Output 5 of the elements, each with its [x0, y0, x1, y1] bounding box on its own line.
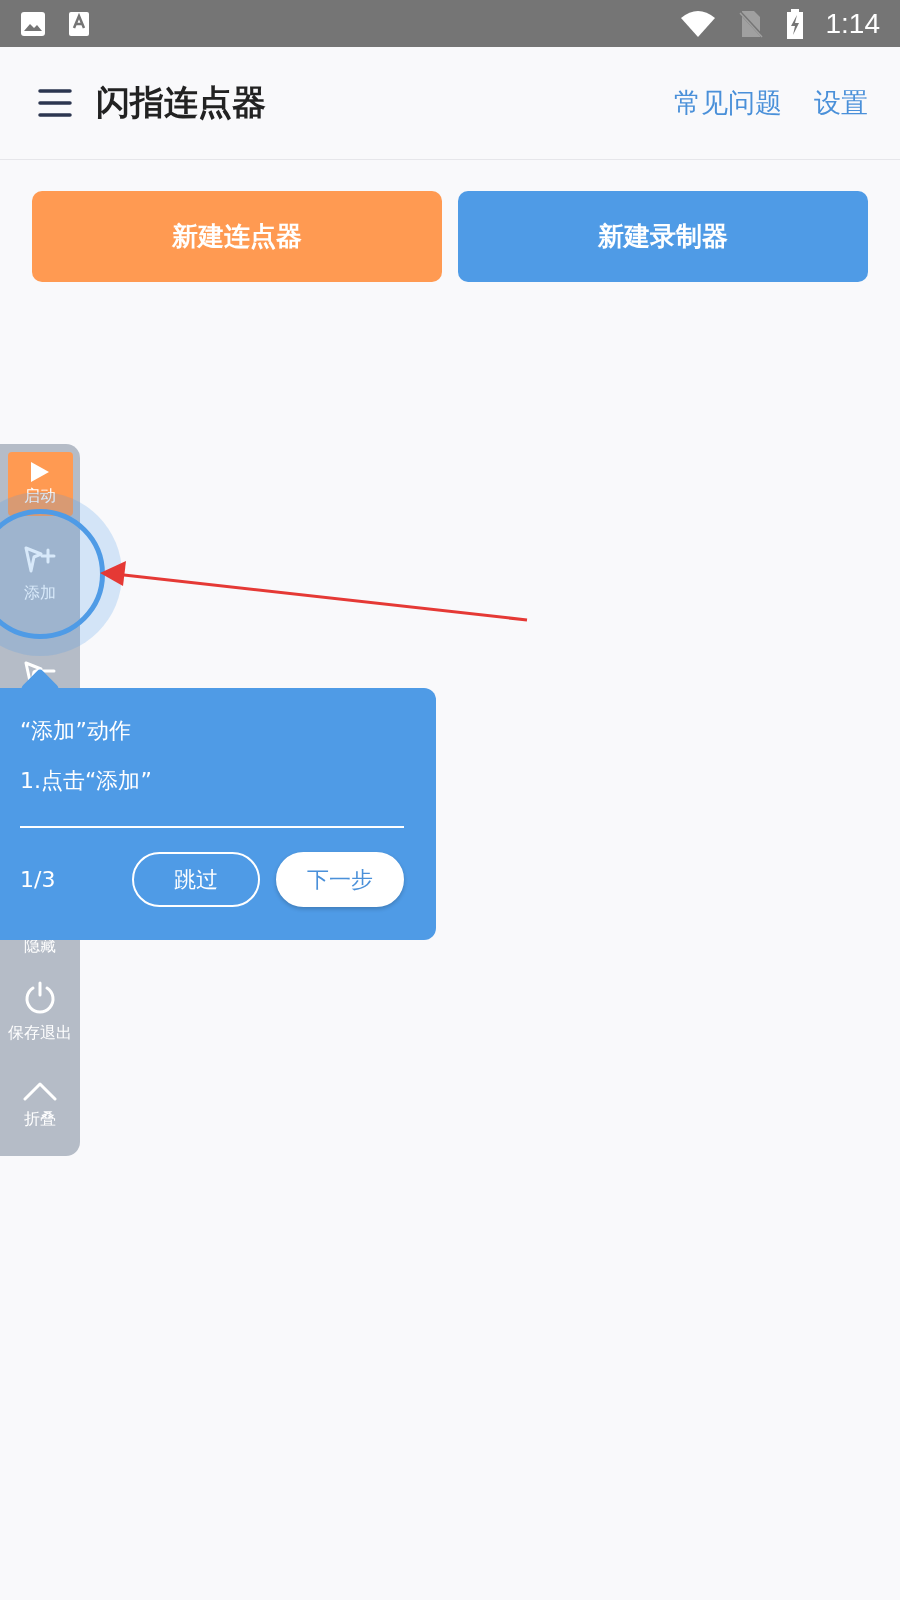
guide-title: “添加”动作 — [20, 717, 132, 745]
guide-step: 1.点击“添加” — [20, 766, 404, 796]
clock-time: 1:14 — [825, 7, 880, 40]
app-title: 闪指连点器 — [96, 81, 266, 124]
step-counter: 1/3 — [20, 867, 57, 892]
